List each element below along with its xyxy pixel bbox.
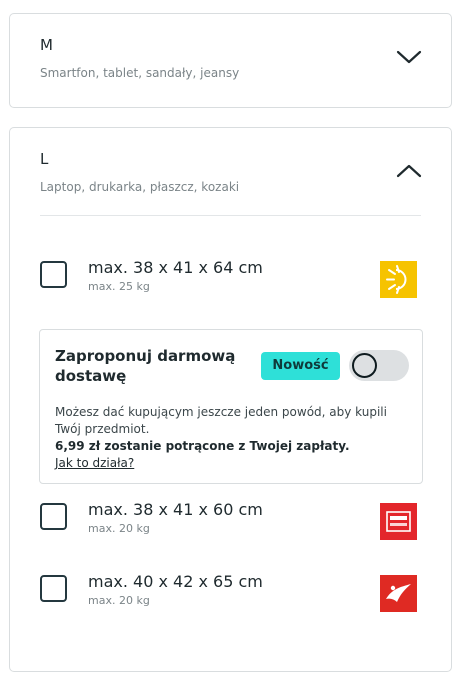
free-shipping-fee-note: 6,99 zł zostanie potrącone z Twojej zapł…: [55, 439, 350, 453]
option-dimensions: max. 40 x 42 x 65 cm: [88, 572, 263, 591]
orlen-paczka-icon: [380, 503, 417, 540]
how-it-works-link[interactable]: Jak to działa?: [55, 455, 134, 472]
bird-carrier-icon: [380, 575, 417, 612]
new-badge: Nowość: [261, 352, 340, 380]
free-shipping-text: Możesz dać kupującym jeszcze jeden powód…: [55, 404, 405, 472]
sun-locker-icon: [380, 261, 417, 298]
option-checkbox[interactable]: [40, 575, 67, 602]
option-dimensions: max. 38 x 41 x 60 cm: [88, 500, 263, 519]
chevron-up-icon[interactable]: [396, 163, 422, 179]
option-weight: max. 20 kg: [88, 522, 150, 535]
size-m-card[interactable]: M Smartfon, tablet, sandały, jeansy: [9, 13, 452, 108]
option-weight: max. 25 kg: [88, 280, 150, 293]
size-l-description: Laptop, drukarka, płaszcz, kozaki: [40, 180, 240, 194]
shipping-option[interactable]: max. 38 x 41 x 60 cm max. 20 kg: [40, 500, 421, 544]
free-shipping-description: Możesz dać kupującym jeszcze jeden powód…: [55, 405, 387, 436]
option-weight: max. 20 kg: [88, 594, 150, 607]
shipping-option[interactable]: max. 38 x 41 x 64 cm max. 25 kg: [40, 258, 421, 302]
free-shipping-toggle[interactable]: [349, 350, 409, 381]
option-checkbox[interactable]: [40, 503, 67, 530]
size-l-letter: L: [40, 150, 49, 168]
divider: [40, 215, 421, 216]
option-dimensions: max. 38 x 41 x 64 cm: [88, 258, 263, 277]
free-shipping-title: Zaproponuj darmową dostawę: [55, 347, 236, 385]
shipping-option[interactable]: max. 40 x 42 x 65 cm max. 20 kg: [40, 572, 421, 616]
size-l-card: L Laptop, drukarka, płaszcz, kozaki max.…: [9, 127, 452, 672]
size-m-description: Smartfon, tablet, sandały, jeansy: [40, 66, 240, 80]
free-shipping-box: Zaproponuj darmową dostawę Nowość Możesz…: [39, 329, 423, 484]
size-m-letter: M: [40, 36, 53, 54]
chevron-down-icon[interactable]: [396, 49, 422, 65]
option-checkbox[interactable]: [40, 261, 67, 288]
toggle-knob: [352, 353, 377, 378]
